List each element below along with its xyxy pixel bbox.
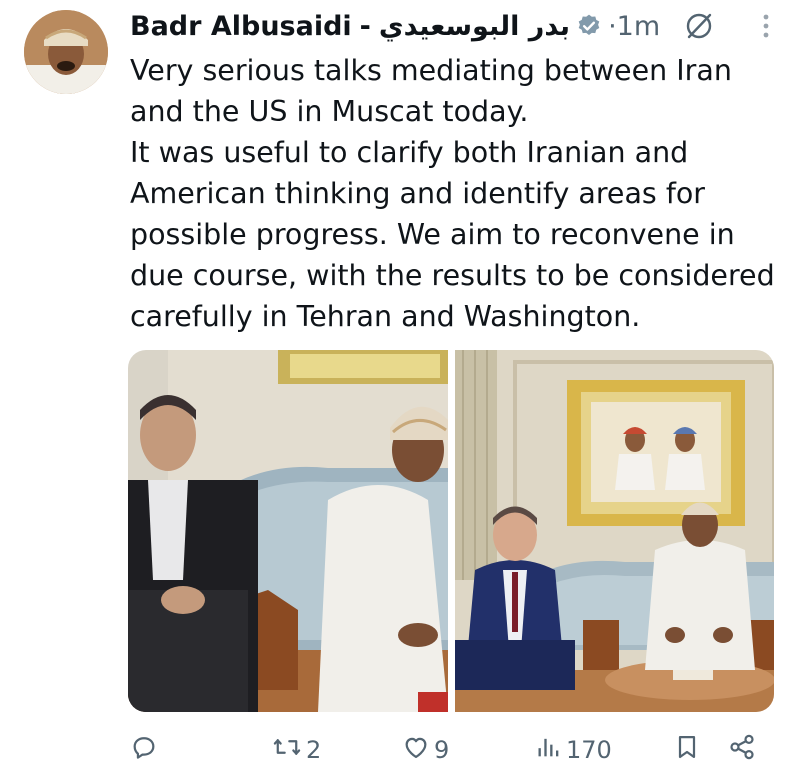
timestamp[interactable]: 1m (617, 11, 660, 42)
tweet-actions: 2 9 170 (130, 730, 770, 770)
bookmark-icon (674, 733, 700, 767)
media-grid (128, 350, 774, 712)
dot-separator: · (608, 10, 617, 42)
share-icon (728, 733, 756, 767)
like-button[interactable]: 9 (402, 730, 449, 770)
repost-button[interactable]: 2 (272, 730, 321, 770)
bookmark-button[interactable] (674, 730, 700, 770)
reply-button[interactable] (130, 730, 162, 770)
tweet-photo[interactable] (455, 350, 774, 712)
avatar[interactable] (24, 10, 108, 94)
tweet-header: Badr Albusaidi - بدر البوسعيدي · 1m (130, 4, 740, 48)
avatar-image (24, 10, 108, 94)
tweet-paragraph: Very serious talks mediating between Ira… (130, 54, 732, 128)
tweet-text: Very serious talks mediating between Ira… (130, 50, 780, 337)
verified-badge-icon (576, 13, 602, 39)
tweet-paragraph: It was useful to clarify both Iranian an… (130, 136, 775, 333)
share-button[interactable] (728, 730, 756, 770)
repost-icon (272, 733, 302, 767)
like-count: 9 (434, 736, 450, 764)
repost-count: 2 (306, 736, 322, 764)
reply-icon (130, 733, 158, 767)
author-name-arabic[interactable]: بدر البوسعيدي (379, 11, 570, 42)
more-vertical-icon[interactable] (760, 12, 772, 44)
views-button[interactable]: 170 (536, 730, 612, 770)
like-icon (402, 733, 430, 767)
grok-icon[interactable] (684, 11, 714, 41)
name-separator: - (359, 10, 371, 42)
views-icon (536, 733, 562, 767)
tweet-photo[interactable] (128, 350, 448, 712)
author-name[interactable]: Badr Albusaidi (130, 11, 352, 42)
views-count: 170 (566, 736, 612, 764)
